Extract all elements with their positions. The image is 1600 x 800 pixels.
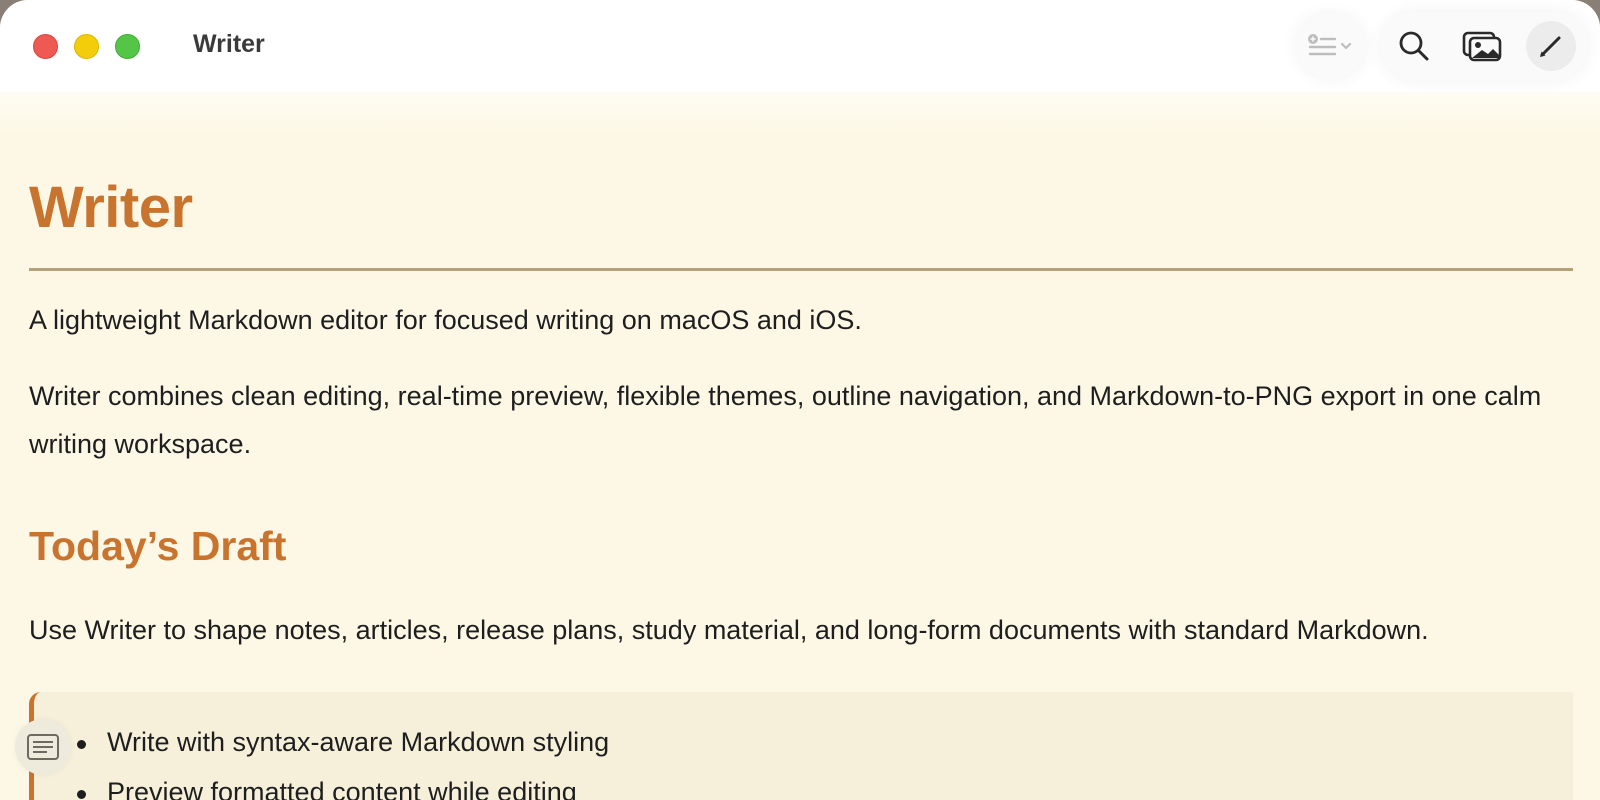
title-bar: Writer	[0, 0, 1600, 92]
window-title: Writer	[193, 30, 265, 58]
document-title: Writer	[29, 175, 193, 240]
edit-mode-button[interactable]	[1526, 21, 1576, 71]
toolbar-fade	[0, 92, 1600, 132]
intro-paragraph: A lightweight Markdown editor for focuse…	[29, 305, 862, 335]
description-paragraph: Writer combines clean editing, real-time…	[29, 381, 1542, 459]
document-outline-icon	[27, 734, 59, 760]
search-button[interactable]	[1392, 24, 1436, 68]
table-of-contents-button[interactable]	[15, 719, 71, 775]
app-window: Writer Writer A lightweight Markdown edi…	[0, 0, 1600, 800]
export-image-button[interactable]	[1458, 24, 1506, 68]
pencil-icon	[1540, 36, 1561, 57]
blockquote: Write with syntax-aware Markdown styling…	[29, 692, 1573, 800]
minimize-window-button[interactable]	[74, 34, 99, 59]
section-paragraph: Use Writer to shape notes, articles, rel…	[29, 615, 1429, 645]
outline-list-icon	[1308, 34, 1352, 56]
close-window-button[interactable]	[33, 34, 58, 59]
list-item: Preview formatted content while editing	[77, 777, 577, 800]
list-item-text: Preview formatted content while editing	[107, 777, 577, 800]
bullet	[77, 740, 86, 749]
section-heading: Today’s Draft	[29, 523, 287, 569]
zoom-window-button[interactable]	[115, 34, 140, 59]
search-icon	[1399, 31, 1429, 61]
outline-menu-button[interactable]	[1303, 28, 1359, 64]
list-item: Write with syntax-aware Markdown styling	[77, 727, 610, 758]
photo-export-icon	[1462, 31, 1502, 62]
title-divider	[29, 268, 1573, 271]
list-item-text: Write with syntax-aware Markdown styling	[107, 727, 610, 757]
bullet	[77, 790, 86, 799]
